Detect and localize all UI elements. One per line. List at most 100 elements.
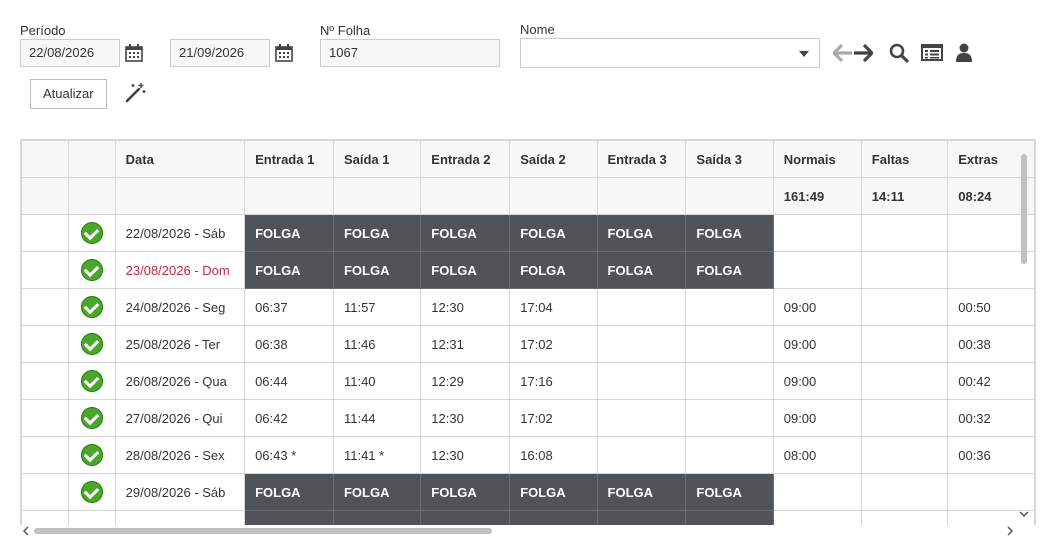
- folga-cell[interactable]: FOLGA: [332, 251, 422, 289]
- folga-cell[interactable]: FOLGA: [685, 251, 774, 289]
- folga-cell[interactable]: FOLGA: [596, 473, 687, 511]
- arrow-right-icon[interactable]: [853, 44, 873, 62]
- user-icon[interactable]: [955, 43, 973, 62]
- row-select-cell[interactable]: [21, 510, 69, 525]
- horizontal-scrollbar[interactable]: [20, 524, 1034, 538]
- folga-cell[interactable]: FOLGA: [685, 473, 774, 511]
- punch-cell-e3[interactable]: [596, 288, 687, 326]
- folga-cell[interactable]: [332, 510, 422, 525]
- arrow-left-icon[interactable]: [833, 44, 853, 62]
- folga-cell[interactable]: FOLGA: [509, 214, 598, 252]
- punch-cell-s2[interactable]: 17:04: [509, 288, 598, 326]
- punch-cell-s2[interactable]: 17:02: [509, 399, 598, 437]
- punch-cell-s2[interactable]: 16:08: [509, 436, 598, 474]
- folga-cell[interactable]: FOLGA: [244, 251, 334, 289]
- punch-cell-s3[interactable]: [685, 288, 774, 326]
- atualizar-button[interactable]: Atualizar: [30, 79, 107, 109]
- punch-cell-e2[interactable]: 12:30: [420, 288, 511, 326]
- folga-cell[interactable]: FOLGA: [332, 214, 422, 252]
- punch-cell-e1[interactable]: 06:44: [244, 362, 334, 400]
- punch-cell-e2[interactable]: 12:31: [420, 325, 511, 363]
- header-row: Data Entrada 1 Saída 1 Entrada 2 Saída 2…: [21, 140, 1035, 178]
- col-header-entrada3[interactable]: Entrada 3: [596, 140, 687, 178]
- row-select-cell[interactable]: [21, 436, 69, 474]
- punch-cell-s3[interactable]: [685, 399, 774, 437]
- punch-cell-e2[interactable]: 12:30: [420, 399, 511, 437]
- punch-cell-e1[interactable]: 06:38: [244, 325, 334, 363]
- folga-cell[interactable]: FOLGA: [420, 473, 511, 511]
- col-header-saida3[interactable]: Saída 3: [685, 140, 774, 178]
- table-row[interactable]: 22/08/2026 - Sáb FOLGA FOLGA FOLGA FOLGA FOLG…: [21, 214, 1035, 252]
- punch-cell-s1[interactable]: 11:41 *: [332, 436, 422, 474]
- folga-cell[interactable]: FOLGA: [244, 473, 334, 511]
- folga-cell[interactable]: [509, 510, 598, 525]
- chevron-down-icon[interactable]: [799, 51, 809, 57]
- date-end-input[interactable]: 21/09/2026: [170, 39, 270, 67]
- punch-cell-s1[interactable]: 11:40: [332, 362, 422, 400]
- punch-cell-s3[interactable]: [685, 362, 774, 400]
- folga-cell[interactable]: [685, 510, 774, 525]
- calendar-icon[interactable]: [274, 43, 294, 63]
- col-header-entrada2[interactable]: Entrada 2: [420, 140, 511, 178]
- punch-cell-e2[interactable]: 12:29: [420, 362, 511, 400]
- col-header-entrada1[interactable]: Entrada 1: [244, 140, 334, 178]
- table-row[interactable]: 24/08/2026 - Seg 06:37 11:57 12:30 17:04 09:0…: [21, 288, 1035, 326]
- folga-cell[interactable]: FOLGA: [244, 214, 334, 252]
- row-select-cell[interactable]: [21, 251, 69, 289]
- vertical-scrollbar[interactable]: [1018, 150, 1030, 518]
- row-select-cell[interactable]: [21, 214, 69, 252]
- col-header-faltas[interactable]: Faltas: [860, 140, 949, 178]
- folga-cell[interactable]: FOLGA: [332, 473, 422, 511]
- folga-cell[interactable]: FOLGA: [685, 214, 774, 252]
- col-header-data[interactable]: Data: [114, 140, 246, 178]
- punch-cell-e3[interactable]: [596, 399, 687, 437]
- col-header-saida2[interactable]: Saída 2: [509, 140, 598, 178]
- folga-cell[interactable]: [596, 510, 687, 525]
- row-select-cell[interactable]: [21, 288, 69, 326]
- table-row[interactable]: 28/08/2026 - Sex 06:43 * 11:41 * 12:30 16:08…: [21, 436, 1035, 474]
- col-header-normais[interactable]: Normais: [772, 140, 862, 178]
- table-row[interactable]: 23/08/2026 - Dom FOLGA FOLGA FOLGA FOLGA FOLG…: [21, 251, 1035, 289]
- punch-cell-s3[interactable]: [685, 436, 774, 474]
- punch-cell-e3[interactable]: [596, 362, 687, 400]
- folga-cell[interactable]: FOLGA: [420, 251, 511, 289]
- col-header-saida1[interactable]: Saída 1: [332, 140, 422, 178]
- table-row[interactable]: 29/08/2026 - Sáb FOLGA FOLGA FOLGA FOLGA FOLG…: [21, 473, 1035, 511]
- folga-cell[interactable]: FOLGA: [509, 473, 598, 511]
- row-select-cell[interactable]: [21, 362, 69, 400]
- search-icon[interactable]: [889, 43, 909, 63]
- punch-cell-e3[interactable]: [596, 436, 687, 474]
- row-select-cell[interactable]: [21, 325, 69, 363]
- list-icon[interactable]: [921, 44, 943, 61]
- punch-cell-s1[interactable]: 11:44: [332, 399, 422, 437]
- punch-cell-e1[interactable]: 06:37: [244, 288, 334, 326]
- table-row[interactable]: 26/08/2026 - Qua 06:44 11:40 12:29 17:16 09:0…: [21, 362, 1035, 400]
- punch-cell-s2[interactable]: 17:02: [509, 325, 598, 363]
- table-row[interactable]: [21, 510, 1035, 525]
- punch-cell-s1[interactable]: 11:57: [332, 288, 422, 326]
- punch-cell-s2[interactable]: 17:16: [509, 362, 598, 400]
- folga-cell[interactable]: [420, 510, 511, 525]
- total-faltas: 14:11: [860, 177, 949, 215]
- punch-cell-e2[interactable]: 12:30: [420, 436, 511, 474]
- faltas-cell: [860, 325, 949, 363]
- folga-cell[interactable]: [244, 510, 334, 525]
- date-start-input[interactable]: 22/08/2026: [20, 39, 120, 67]
- table-row[interactable]: 27/08/2026 - Qui 06:42 11:44 12:30 17:02 09:0…: [21, 399, 1035, 437]
- punch-cell-e3[interactable]: [596, 325, 687, 363]
- folga-cell[interactable]: FOLGA: [509, 251, 598, 289]
- row-select-cell[interactable]: [21, 473, 69, 511]
- punch-cell-s3[interactable]: [685, 325, 774, 363]
- folga-cell[interactable]: FOLGA: [596, 214, 687, 252]
- folha-input[interactable]: 1067: [320, 39, 500, 67]
- row-select-cell[interactable]: [21, 399, 69, 437]
- punch-cell-e1[interactable]: 06:42: [244, 399, 334, 437]
- punch-cell-e1[interactable]: 06:43 *: [244, 436, 334, 474]
- nome-select[interactable]: [520, 38, 820, 68]
- folga-cell[interactable]: FOLGA: [596, 251, 687, 289]
- folga-cell[interactable]: FOLGA: [420, 214, 511, 252]
- table-row[interactable]: 25/08/2026 - Ter 06:38 11:46 12:31 17:02 09:0…: [21, 325, 1035, 363]
- punch-cell-s1[interactable]: 11:46: [332, 325, 422, 363]
- calendar-icon[interactable]: [124, 43, 144, 63]
- magic-wand-icon[interactable]: [124, 82, 146, 104]
